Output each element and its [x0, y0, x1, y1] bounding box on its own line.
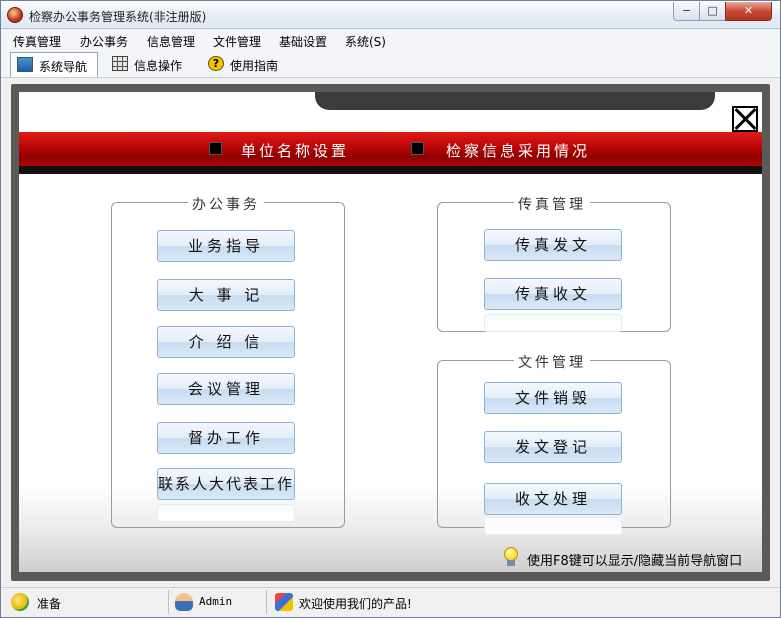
tab-system-nav[interactable]: 系统导航: [10, 52, 98, 77]
button-reflection: [484, 517, 622, 535]
introduction-letter-button[interactable]: 介 绍 信: [157, 326, 295, 358]
status-ready-text: 准备: [37, 597, 62, 611]
panel-header-tab: [315, 92, 715, 110]
status-user-text: Admin: [199, 595, 233, 608]
app-logo-icon: [7, 7, 23, 23]
group-title: 传真管理: [514, 194, 590, 214]
menu-system[interactable]: 系统(S): [345, 33, 386, 50]
tab-label: 使用指南: [230, 59, 279, 73]
tab-label: 信息操作: [134, 59, 183, 73]
square-bullet-icon: [411, 142, 424, 155]
user-icon: [175, 593, 193, 611]
chronicle-button[interactable]: 大 事 记: [157, 279, 295, 311]
unit-name-settings-link[interactable]: 单位名称设置: [241, 140, 349, 161]
button-reflection: [484, 314, 622, 332]
status-bar: 准备 Admin 欢迎使用我们的产品!: [1, 587, 780, 617]
minimize-button[interactable]: −: [673, 2, 700, 21]
close-panel-icon[interactable]: [732, 106, 758, 132]
meeting-management-button[interactable]: 会议管理: [157, 373, 295, 405]
status-ready: 准备: [7, 590, 169, 614]
window-title: 检察办公事务管理系统(非注册版): [29, 10, 207, 24]
toolbar: 系统导航 信息操作 ? 使用指南: [1, 50, 780, 78]
monitor-icon: [17, 57, 33, 72]
outgoing-register-button[interactable]: 发文登记: [484, 431, 622, 463]
app-window: 检察办公事务管理系统(非注册版) − □ ✕ 传真管理 办公事务 信息管理 文件…: [0, 0, 781, 618]
group-fax: 传真管理: [437, 194, 671, 332]
close-window-button[interactable]: ✕: [725, 2, 772, 21]
status-user: Admin: [171, 590, 267, 614]
navigation-panel: 单位名称设置 检察信息采用情况 办公事务 业务指导 大 事 记 介 绍 信 会议…: [11, 84, 770, 581]
tab-user-guide[interactable]: ? 使用指南: [202, 52, 294, 77]
grid-icon: [112, 56, 128, 71]
maximize-button[interactable]: □: [699, 2, 726, 21]
product-icon: [275, 593, 293, 611]
fax-receive-button[interactable]: 传真收文: [484, 278, 622, 310]
supervision-work-button[interactable]: 督办工作: [157, 422, 295, 454]
menu-office[interactable]: 办公事务: [80, 33, 128, 50]
ready-icon: [11, 593, 29, 611]
lightbulb-icon: [503, 547, 519, 567]
menu-fax[interactable]: 传真管理: [13, 33, 61, 50]
incoming-process-button[interactable]: 收文处理: [484, 483, 622, 515]
tab-info-ops[interactable]: 信息操作: [106, 52, 196, 77]
status-message: 欢迎使用我们的产品!: [271, 590, 771, 614]
info-adoption-link[interactable]: 检察信息采用情况: [446, 140, 590, 161]
button-reflection: [157, 504, 295, 522]
npc-deputy-liaison-button[interactable]: 联系人大代表工作: [157, 468, 295, 500]
group-title: 办公事务: [188, 194, 264, 214]
f8-hint-text: 使用F8键可以显示/隐藏当前导航窗口: [527, 554, 743, 569]
menu-bar: 传真管理 办公事务 信息管理 文件管理 基础设置 系统(S): [1, 30, 780, 50]
banner-bar: [19, 132, 762, 166]
navigation-content: 单位名称设置 检察信息采用情况 办公事务 业务指导 大 事 记 介 绍 信 会议…: [19, 92, 762, 572]
group-title: 文件管理: [514, 352, 590, 372]
square-bullet-icon: [209, 142, 222, 155]
menu-info[interactable]: 信息管理: [147, 33, 195, 50]
banner-divider: [19, 166, 762, 174]
status-message-text: 欢迎使用我们的产品!: [299, 597, 412, 611]
business-guidance-button[interactable]: 业务指导: [157, 230, 295, 262]
tab-label: 系统导航: [39, 60, 88, 74]
fax-send-button[interactable]: 传真发文: [484, 229, 622, 261]
file-destroy-button[interactable]: 文件销毁: [484, 382, 622, 414]
title-bar: 检察办公事务管理系统(非注册版) − □ ✕: [1, 1, 780, 29]
help-icon: ?: [208, 56, 224, 71]
menu-file[interactable]: 文件管理: [213, 33, 261, 50]
menu-settings[interactable]: 基础设置: [279, 33, 327, 50]
